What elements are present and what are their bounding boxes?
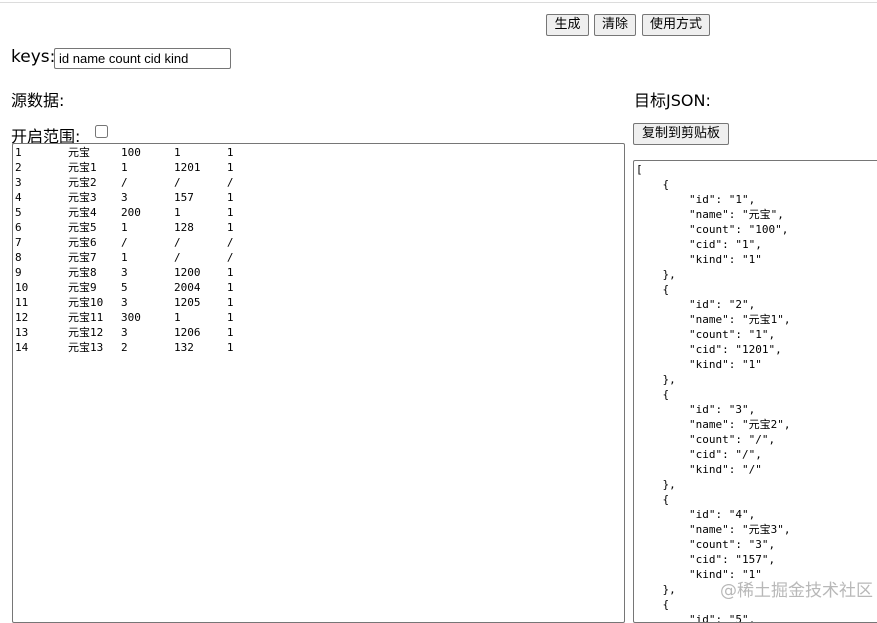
keys-input[interactable]	[54, 48, 231, 69]
clear-button[interactable]: 清除	[594, 14, 636, 36]
generate-button[interactable]: 生成	[546, 14, 589, 36]
top-divider	[0, 2, 877, 3]
target-json-textarea[interactable]: [ { "id": "1", "name": "元宝", "count": "1…	[633, 160, 877, 623]
source-data-textarea[interactable]: 1 元宝 100 1 1 2 元宝1 1 1201 1 3 元宝2 / / / …	[12, 143, 625, 623]
usage-button[interactable]: 使用方式	[642, 14, 710, 36]
target-json-label: 目标JSON:	[634, 91, 711, 110]
source-data-label: 源数据:	[11, 91, 65, 110]
enable-range-checkbox[interactable]	[95, 125, 108, 138]
copy-to-clipboard-button[interactable]: 复制到剪贴板	[633, 123, 729, 145]
keys-label: keys:	[11, 47, 56, 67]
